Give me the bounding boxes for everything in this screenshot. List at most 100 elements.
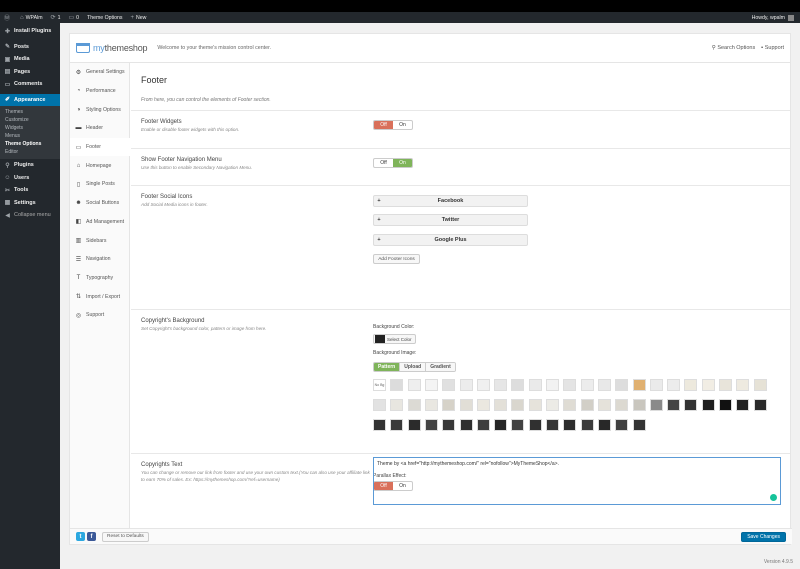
pattern-swatch[interactable] <box>684 379 698 391</box>
bg-option-gradient[interactable]: Gradient <box>426 363 455 371</box>
pattern-swatch[interactable] <box>580 399 594 411</box>
bg-type-selector[interactable]: Pattern Upload Gradient <box>373 362 456 372</box>
pattern-swatch[interactable] <box>424 379 438 391</box>
footer-widgets-toggle[interactable]: Off On <box>373 120 413 130</box>
pattern-swatch[interactable] <box>373 399 386 411</box>
pattern-swatch[interactable] <box>597 379 611 391</box>
pattern-swatch[interactable] <box>667 379 681 391</box>
menu-tools[interactable]: ✂ Tools <box>0 184 60 197</box>
submenu-widgets[interactable]: Widgets <box>0 124 60 132</box>
menu-comments[interactable]: ▭ Comments <box>0 78 60 91</box>
pattern-swatch[interactable] <box>407 419 421 431</box>
menu-plugins[interactable]: ⚲ Plugins <box>0 159 60 172</box>
pattern-swatch[interactable] <box>632 419 646 431</box>
pattern-swatch[interactable] <box>632 379 646 391</box>
bg-option-upload[interactable]: Upload <box>400 363 427 371</box>
tab-ad-management[interactable]: ◧ Ad Management <box>70 213 129 232</box>
pattern-swatch[interactable] <box>615 419 629 431</box>
pattern-swatch[interactable] <box>407 379 421 391</box>
copyrights-textarea[interactable]: Theme by <a href="http://mythemeshop.com… <box>373 457 781 505</box>
menu-install-plugins[interactable]: ✚ Install Plugins <box>0 25 60 38</box>
pattern-swatch[interactable] <box>528 379 542 391</box>
toggle-off[interactable]: Off <box>374 159 393 167</box>
pattern-swatch[interactable] <box>459 419 473 431</box>
pattern-swatch[interactable] <box>373 419 386 431</box>
pattern-swatch[interactable] <box>494 399 508 411</box>
collapse-menu-button[interactable]: ◀ Collapse menu <box>0 209 60 222</box>
pattern-swatch[interactable] <box>563 399 577 411</box>
pattern-swatch[interactable] <box>719 399 732 411</box>
pattern-swatch[interactable] <box>736 399 750 411</box>
pattern-swatch[interactable] <box>701 379 715 391</box>
pattern-swatch[interactable] <box>649 379 663 391</box>
tab-support[interactable]: ◎ Support <box>70 306 129 325</box>
tab-footer[interactable]: ▭ Footer <box>70 137 130 157</box>
pattern-swatch[interactable] <box>736 379 750 391</box>
comments-link[interactable]: ▭ 0 <box>64 12 83 23</box>
pattern-swatch[interactable] <box>546 379 559 391</box>
pattern-swatch[interactable] <box>528 419 542 431</box>
pattern-swatch[interactable] <box>407 399 421 411</box>
social-item-google-plus[interactable]: + Google Plus <box>373 234 528 246</box>
submenu-theme-options[interactable]: Theme Options <box>0 140 60 148</box>
tab-homepage[interactable]: ⌂ Homepage <box>70 156 129 175</box>
pattern-swatch[interactable] <box>615 399 629 411</box>
theme-options-link[interactable]: Theme Options <box>83 12 126 23</box>
pattern-swatch[interactable] <box>563 419 577 431</box>
reset-defaults-button[interactable]: Reset to Defaults <box>102 531 149 542</box>
tab-general-settings[interactable]: ⚙ General Settings <box>70 63 129 82</box>
pattern-swatch[interactable] <box>753 399 767 411</box>
menu-posts[interactable]: ✎ Posts <box>0 41 60 54</box>
pattern-swatch[interactable] <box>632 399 646 411</box>
add-footer-icons-button[interactable]: Add Footer Icons <box>373 254 420 264</box>
menu-pages[interactable]: ▤ Pages <box>0 66 60 79</box>
tab-import-export[interactable]: ⇅ Import / Export <box>70 287 129 306</box>
search-options-link[interactable]: ⚲ Search Options <box>712 45 755 51</box>
submenu-themes[interactable]: Themes <box>0 108 60 116</box>
submenu-customize[interactable]: Customize <box>0 116 60 124</box>
pattern-swatch[interactable] <box>719 379 732 391</box>
pattern-swatch[interactable] <box>684 399 698 411</box>
support-link[interactable]: ▪ Support <box>761 45 784 51</box>
pattern-swatch[interactable] <box>424 399 438 411</box>
pattern-swatch[interactable] <box>649 399 663 411</box>
pattern-swatch[interactable] <box>546 419 559 431</box>
pattern-swatch[interactable] <box>424 419 438 431</box>
site-name-link[interactable]: ⌂ WPAlm <box>16 12 47 23</box>
pattern-swatch[interactable] <box>563 379 577 391</box>
new-content-link[interactable]: + New <box>127 12 151 23</box>
pattern-swatch[interactable] <box>476 419 490 431</box>
pattern-swatch[interactable] <box>701 399 715 411</box>
pattern-swatch[interactable] <box>442 379 456 391</box>
pattern-swatch[interactable] <box>442 419 456 431</box>
social-item-facebook[interactable]: + Facebook <box>373 195 528 207</box>
toggle-off[interactable]: Off <box>374 121 393 129</box>
submenu-menus[interactable]: Menus <box>0 132 60 140</box>
tab-styling-options[interactable]: ◑ Styling Options <box>70 100 129 119</box>
pattern-none[interactable]: No Bg <box>373 379 386 391</box>
pattern-swatch[interactable] <box>546 399 559 411</box>
pattern-swatch[interactable] <box>494 379 508 391</box>
pattern-swatch[interactable] <box>511 399 525 411</box>
bg-option-pattern[interactable]: Pattern <box>374 363 401 371</box>
menu-users[interactable]: ☺ Users <box>0 172 60 185</box>
pattern-swatch[interactable] <box>511 379 525 391</box>
pattern-swatch[interactable] <box>511 419 525 431</box>
pattern-swatch[interactable] <box>580 379 594 391</box>
pattern-swatch[interactable] <box>580 419 594 431</box>
pattern-swatch[interactable] <box>528 399 542 411</box>
pattern-swatch[interactable] <box>615 379 629 391</box>
tab-social-buttons[interactable]: ☻ Social Buttons <box>70 194 129 213</box>
grammarly-icon[interactable] <box>770 494 777 501</box>
pattern-swatch[interactable] <box>753 379 767 391</box>
pattern-swatch[interactable] <box>390 419 404 431</box>
tab-performance[interactable]: ◔ Performance <box>70 82 129 101</box>
pattern-swatch[interactable] <box>459 379 473 391</box>
pattern-swatch[interactable] <box>476 399 490 411</box>
facebook-icon[interactable]: f <box>87 532 96 541</box>
toggle-on[interactable]: On <box>393 159 412 167</box>
menu-settings[interactable]: ▦ Settings <box>0 197 60 210</box>
social-item-twitter[interactable]: + Twitter <box>373 214 528 226</box>
tab-sidebars[interactable]: ▥ Sidebars <box>70 231 129 250</box>
pattern-swatch[interactable] <box>597 399 611 411</box>
